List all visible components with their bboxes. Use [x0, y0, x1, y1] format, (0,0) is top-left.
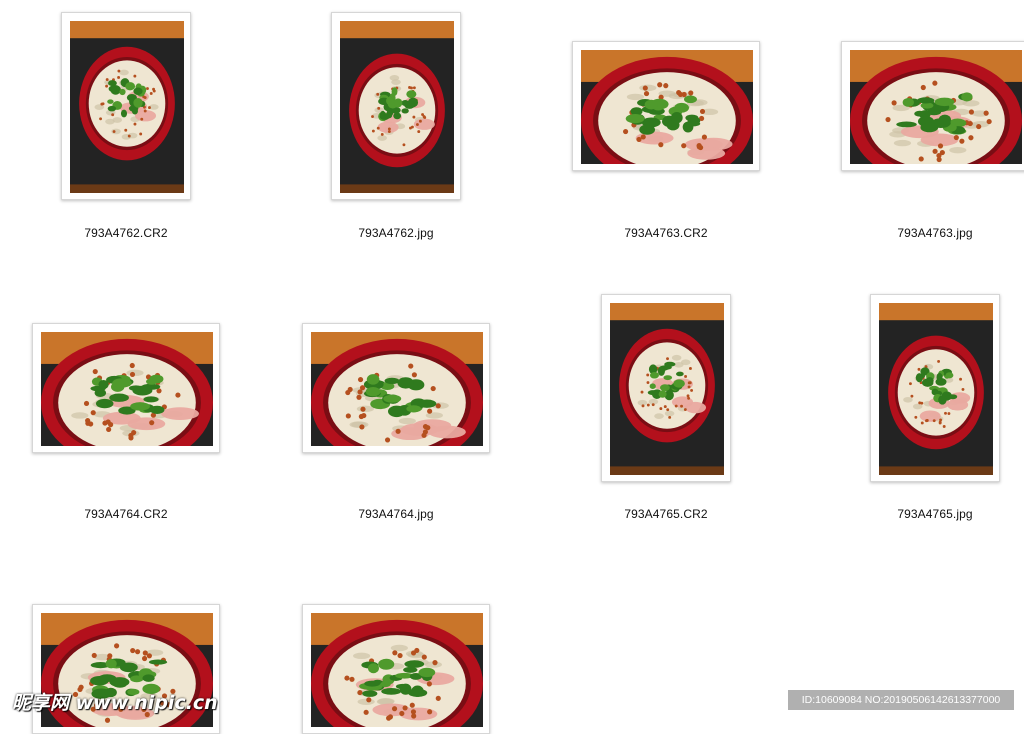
food-photo-image [581, 50, 753, 164]
file-name-label[interactable]: 793A4762.CR2 [26, 226, 226, 240]
file-name-label[interactable]: 793A4763.jpg [835, 226, 1024, 240]
food-photo-image [70, 21, 184, 193]
food-photo-image [311, 332, 483, 446]
file-thumbnail[interactable] [302, 323, 490, 453]
file-thumbnail[interactable] [302, 604, 490, 734]
file-thumbnail[interactable] [32, 323, 220, 453]
file-name-label[interactable]: 793A4762.jpg [296, 226, 496, 240]
food-photo-image [850, 50, 1022, 164]
file-thumbnail[interactable] [601, 294, 731, 482]
file-thumbnail[interactable] [870, 294, 1000, 482]
file-name-label[interactable]: 793A4763.CR2 [566, 226, 766, 240]
file-name-label[interactable]: 793A4764.CR2 [26, 507, 226, 521]
food-photo-image [610, 303, 724, 475]
file-name-label[interactable]: 793A4764.jpg [296, 507, 496, 521]
food-photo-image [879, 303, 993, 475]
watermark-logo: 昵享网 www.nipic.cn [12, 692, 218, 714]
food-photo-image [311, 613, 483, 727]
file-grid: 793A4762.CR2 793A4762.jpg 793A4763.CR2 793A… [0, 0, 1024, 734]
watermark-id: ID:10609084 NO:20190506142613377000 [788, 690, 1014, 710]
file-thumbnail[interactable] [331, 12, 461, 200]
file-name-label[interactable]: 793A4765.jpg [835, 507, 1024, 521]
file-thumbnail[interactable] [61, 12, 191, 200]
file-name-label[interactable]: 793A4765.CR2 [566, 507, 766, 521]
food-photo-image [41, 332, 213, 446]
food-photo-image [340, 21, 454, 193]
file-thumbnail[interactable] [572, 41, 760, 171]
file-thumbnail[interactable] [841, 41, 1024, 171]
